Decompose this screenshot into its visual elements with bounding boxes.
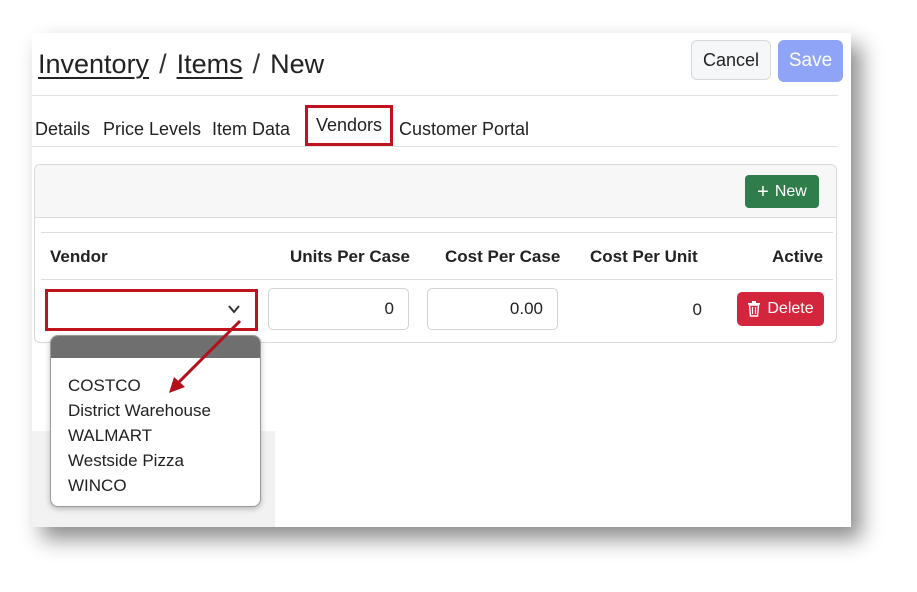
tab-price-levels[interactable]: Price Levels [103, 119, 201, 140]
breadcrumb-separator: / [159, 49, 167, 79]
divider [32, 95, 838, 96]
cost-per-unit-value: 0 [692, 300, 702, 319]
trash-icon [748, 301, 761, 317]
breadcrumb-separator: / [252, 49, 261, 79]
delete-button[interactable]: Delete [737, 292, 824, 326]
new-vendor-button[interactable]: + New [745, 175, 819, 208]
tab-vendors[interactable]: Vendors [305, 105, 394, 146]
vendor-option-winco[interactable]: WINCO [68, 476, 127, 496]
cancel-button[interactable]: Cancel [691, 40, 771, 80]
breadcrumb-inventory-link[interactable]: Inventory [38, 49, 149, 80]
vendor-dropdown: COSTCO District Warehouse WALMART Westsi… [50, 335, 261, 507]
breadcrumb-items-link[interactable]: Items [177, 49, 243, 80]
header-units-per-case: Units Per Case [290, 247, 410, 266]
vendor-option-district-warehouse[interactable]: District Warehouse [68, 401, 211, 421]
vendor-option-walmart[interactable]: WALMART [68, 426, 152, 446]
units-per-case-input[interactable]: 0 [268, 288, 409, 330]
tab-item-data[interactable]: Item Data [212, 119, 290, 140]
header-vendor: Vendor [50, 247, 108, 266]
dropdown-highlight-bar[interactable] [51, 336, 260, 358]
vendor-option-westside-pizza[interactable]: Westside Pizza [68, 451, 184, 471]
vendor-select[interactable] [45, 289, 258, 331]
plus-icon: + [757, 180, 769, 203]
new-button-label: New [774, 182, 807, 200]
header-cost-per-case: Cost Per Case [445, 247, 561, 266]
tab-details[interactable]: Details [35, 119, 90, 140]
header-active: Active [772, 247, 824, 266]
save-button[interactable]: Save [778, 40, 843, 82]
divider [32, 146, 838, 147]
delete-button-label: Delete [767, 300, 814, 317]
vendor-option-costco[interactable]: COSTCO [68, 376, 141, 396]
header-cost-per-unit: Cost Per Unit [590, 247, 698, 266]
breadcrumb-current: New [270, 49, 325, 79]
app-window: Inventory / Items / New Cancel Save Deta… [32, 33, 851, 527]
tab-customer-portal[interactable]: Customer Portal [399, 119, 529, 140]
cost-per-case-input[interactable]: 0.00 [427, 288, 558, 330]
breadcrumb: Inventory / Items / New [38, 49, 324, 80]
table-header: Vendor Units Per Case Cost Per Case Cost… [41, 232, 833, 280]
card-header: + New [35, 165, 836, 218]
chevron-down-icon [228, 305, 240, 314]
